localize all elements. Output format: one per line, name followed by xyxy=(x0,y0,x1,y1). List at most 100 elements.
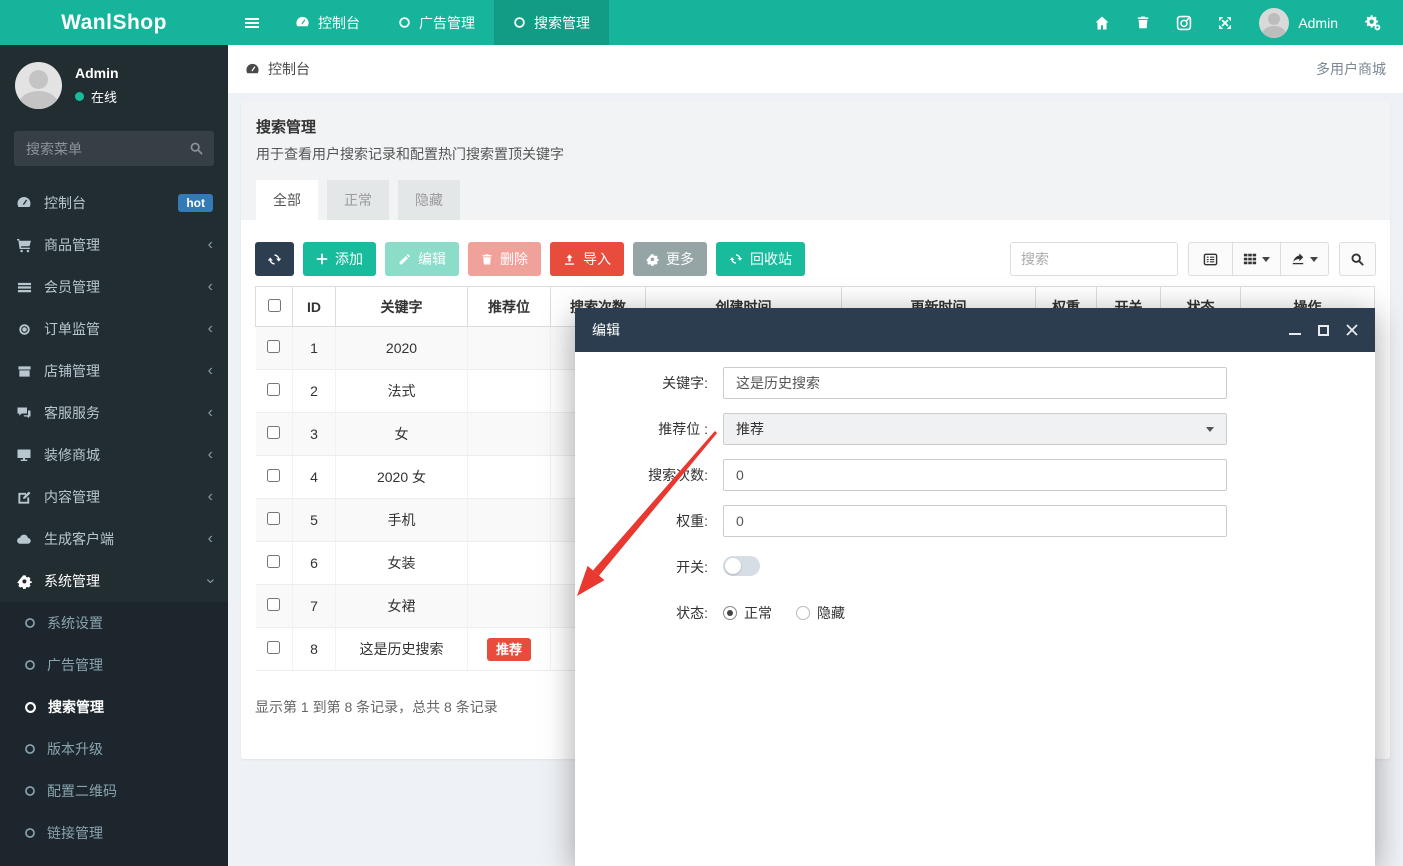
sidebar-toggle-button[interactable] xyxy=(228,0,276,45)
chevron-left-icon: ‹ xyxy=(207,404,213,421)
tab-normal[interactable]: 正常 xyxy=(327,180,389,220)
modal-title: 编辑 xyxy=(592,322,620,338)
more-button[interactable]: 更多 xyxy=(633,242,707,276)
search-icon[interactable] xyxy=(189,141,204,156)
sidebar-item-goods[interactable]: 商品管理 ‹ xyxy=(0,224,228,266)
submenu-item-icons[interactable]: 图标管理 xyxy=(0,854,228,866)
sidebar-user-name: Admin xyxy=(75,65,119,81)
breadcrumb: 控制台 多用户商城 xyxy=(228,45,1403,93)
sidebar-item-shops[interactable]: 店铺管理 ‹ xyxy=(0,350,228,392)
sidebar-item-decorate[interactable]: 装修商城 ‹ xyxy=(0,434,228,476)
caret-down-icon xyxy=(1262,256,1270,262)
submenu-item-links[interactable]: 链接管理 xyxy=(0,812,228,854)
top-header: WanlShop 控制台 广告管理 搜索管理 Admin xyxy=(0,0,1403,45)
trash-button[interactable] xyxy=(1122,15,1163,30)
table-toolbar: 添加 编辑 删除 导入 更多 回收站 搜索 xyxy=(255,242,1376,276)
circle-o-icon xyxy=(25,701,36,713)
topnav-search-manage[interactable]: 搜索管理 xyxy=(494,0,609,45)
status-tabs: 全部 正常 隐藏 xyxy=(256,180,1375,220)
circle-o-icon xyxy=(25,744,35,754)
columns-button[interactable] xyxy=(1233,242,1281,276)
sidebar-item-dashboard[interactable]: 控制台 hot xyxy=(0,182,228,224)
sphere-icon xyxy=(18,323,30,335)
detail-view-button[interactable] xyxy=(1188,242,1233,276)
user-menu[interactable]: Admin xyxy=(1245,7,1352,38)
sidebar-item-orders[interactable]: 订单监管 ‹ xyxy=(0,308,228,350)
refresh-button[interactable] xyxy=(255,242,294,276)
radio-checked-icon xyxy=(723,606,737,620)
row-checkbox[interactable] xyxy=(267,426,281,439)
page-title: 搜索管理 xyxy=(256,119,317,136)
grid-icon xyxy=(1243,253,1257,265)
archive-icon xyxy=(17,365,31,377)
more-button-label: 更多 xyxy=(666,251,694,267)
weight-field[interactable] xyxy=(723,505,1227,537)
submenu-item-search-manage[interactable]: 搜索管理 xyxy=(0,686,228,728)
topnav-dashboard[interactable]: 控制台 xyxy=(276,0,379,45)
cell-id: 1 xyxy=(292,326,336,370)
submenu-item-version[interactable]: 版本升级 xyxy=(0,728,228,770)
delete-button-label: 删除 xyxy=(500,251,528,267)
modal-header[interactable]: 编辑 xyxy=(575,308,1375,352)
sidebar-item-label: 装修商城 xyxy=(44,447,100,463)
col-keyword[interactable]: 关键字 xyxy=(335,286,468,327)
circle-o-icon xyxy=(25,786,35,796)
add-button[interactable]: 添加 xyxy=(303,242,376,276)
row-checkbox[interactable] xyxy=(267,383,281,396)
status-radio-hidden[interactable]: 隐藏 xyxy=(796,603,845,623)
col-position[interactable]: 推荐位 xyxy=(467,286,551,327)
delete-button[interactable]: 删除 xyxy=(468,242,541,276)
table-search-input[interactable] xyxy=(1010,242,1178,276)
recycle-bin-button[interactable]: 回收站 xyxy=(716,242,805,276)
edit-button[interactable]: 编辑 xyxy=(385,242,459,276)
search-count-field[interactable] xyxy=(723,459,1227,491)
submenu-item-ads[interactable]: 广告管理 xyxy=(0,644,228,686)
import-button[interactable]: 导入 xyxy=(550,242,624,276)
close-icon[interactable] xyxy=(1346,324,1358,336)
export-button[interactable] xyxy=(1281,242,1329,276)
sidebar-submenu: 系统设置 广告管理 搜索管理 版本升级 配置二维码 链接管理 xyxy=(0,602,228,866)
gear-icon xyxy=(646,253,659,266)
sidebar-search-input[interactable] xyxy=(14,131,214,166)
maximize-icon[interactable] xyxy=(1318,324,1329,336)
brand-logo[interactable]: WanlShop xyxy=(0,0,228,45)
circle-o-icon xyxy=(25,660,35,670)
cell-keyword: 女 xyxy=(335,412,468,456)
clear-cache-button[interactable] xyxy=(1163,15,1204,31)
submenu-item-system-settings[interactable]: 系统设置 xyxy=(0,602,228,644)
sidebar-item-system[interactable]: 系统管理 ‹ xyxy=(0,560,228,602)
row-checkbox[interactable] xyxy=(267,641,281,654)
position-select[interactable]: 推荐 xyxy=(723,413,1227,445)
sidebar-item-content[interactable]: 内容管理 ‹ xyxy=(0,476,228,518)
home-button[interactable] xyxy=(1081,15,1122,31)
fullscreen-button[interactable] xyxy=(1204,15,1245,31)
row-checkbox[interactable] xyxy=(267,598,281,611)
sidebar-item-service[interactable]: 客服服务 ‹ xyxy=(0,392,228,434)
row-checkbox[interactable] xyxy=(267,340,281,353)
sidebar-item-members[interactable]: 会员管理 ‹ xyxy=(0,266,228,308)
circle-o-icon xyxy=(399,17,410,28)
tab-hidden[interactable]: 隐藏 xyxy=(398,180,460,220)
search-button[interactable] xyxy=(1339,242,1376,276)
cell-keyword: 手机 xyxy=(335,498,468,542)
settings-button[interactable] xyxy=(1352,14,1393,31)
keyword-field[interactable] xyxy=(723,367,1227,399)
row-checkbox[interactable] xyxy=(267,555,281,568)
add-button-label: 添加 xyxy=(335,251,363,267)
breadcrumb-label[interactable]: 控制台 xyxy=(268,59,310,79)
dashboard-icon xyxy=(17,197,31,207)
search-icon xyxy=(1351,252,1364,266)
switch-toggle[interactable] xyxy=(723,555,760,576)
circle-o-icon xyxy=(25,618,35,628)
minimize-icon[interactable] xyxy=(1289,333,1301,335)
tab-all[interactable]: 全部 xyxy=(256,180,318,220)
row-checkbox[interactable] xyxy=(267,469,281,482)
sidebar-item-client[interactable]: 生成客户端 ‹ xyxy=(0,518,228,560)
radio-unchecked-icon xyxy=(796,606,810,620)
topnav-ads[interactable]: 广告管理 xyxy=(379,0,494,45)
col-id[interactable]: ID xyxy=(292,286,336,327)
status-radio-normal[interactable]: 正常 xyxy=(723,603,772,623)
row-checkbox[interactable] xyxy=(267,512,281,525)
submenu-item-qrcode[interactable]: 配置二维码 xyxy=(0,770,228,812)
select-all-checkbox[interactable] xyxy=(267,298,281,312)
